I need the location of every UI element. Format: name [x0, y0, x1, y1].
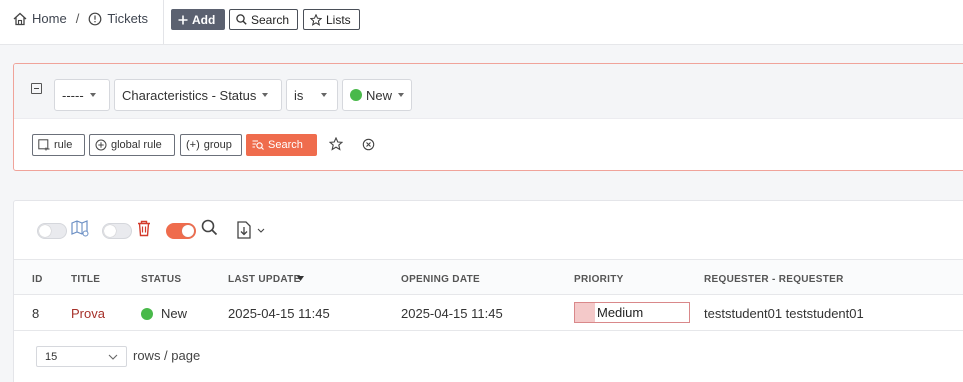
add-button[interactable]: Add — [171, 9, 225, 30]
chevron-down-icon — [321, 93, 328, 97]
cell-last-update: 2025-04-15 11:45 — [228, 306, 330, 321]
add-rule-label: rule — [54, 139, 73, 151]
add-rule-button[interactable]: rule — [32, 134, 85, 156]
cell-requester: teststudent01 teststudent01 — [704, 306, 864, 321]
field-value: Characteristics - Status — [122, 87, 257, 103]
rows-per-page-value: 15 — [45, 350, 58, 363]
star-icon — [310, 13, 322, 26]
top-bar: Home / Tickets Add Search Lists — [0, 0, 963, 45]
breadcrumb: Home / Tickets — [13, 11, 148, 26]
home-icon — [13, 12, 27, 25]
link-operator-value: ----- — [62, 87, 84, 103]
search-icon — [236, 14, 247, 25]
sort-desc-icon — [297, 276, 304, 281]
export-icon[interactable] — [236, 221, 252, 239]
search-button[interactable]: Search — [229, 9, 298, 30]
column-header-requester[interactable]: REQUESTER - REQUESTER — [704, 274, 844, 285]
status-new-dot — [350, 89, 362, 101]
value-value: New — [365, 87, 392, 103]
priority-color-swatch — [575, 303, 595, 322]
search-submit-button[interactable]: Search — [246, 134, 317, 156]
lists-button-label: Lists — [326, 12, 351, 27]
chevron-down-icon — [108, 354, 118, 360]
table-row[interactable]: 8 Prova New 2025-04-15 11:45 2025-04-15 … — [14, 295, 963, 331]
chevron-down-icon — [89, 93, 96, 97]
table-header: ID TITLE STATUS LAST UPDATE OPENING DATE… — [14, 259, 963, 295]
reset-search-icon[interactable] — [362, 138, 375, 151]
breadcrumb-tickets[interactable]: Tickets — [107, 11, 148, 26]
add-button-label: Add — [192, 12, 216, 27]
cell-opening-date: 2025-04-15 11:45 — [401, 306, 503, 321]
field-select[interactable]: Characteristics - Status — [114, 79, 282, 111]
search-submit-label: Search — [268, 139, 303, 151]
operator-value: is — [294, 87, 304, 103]
plus-circle-icon — [95, 139, 107, 151]
search-icon[interactable] — [201, 219, 218, 236]
column-header-id[interactable]: ID — [32, 274, 43, 285]
cell-status-label: New — [161, 306, 188, 321]
cell-priority: Medium — [574, 302, 690, 323]
criteria-row: ----- Characteristics - Status is New — [14, 64, 963, 119]
cell-priority-label: Medium — [597, 305, 644, 320]
plus-icon — [178, 15, 188, 24]
group-icon: (+) — [186, 139, 200, 151]
rows-per-page-label: rows / page — [133, 348, 201, 363]
cell-title-link[interactable]: Prova — [71, 306, 105, 321]
breadcrumb-separator: / — [75, 11, 80, 26]
operator-select[interactable]: is — [286, 79, 338, 111]
column-header-title[interactable]: TITLE — [71, 274, 100, 285]
link-operator-select[interactable]: ----- — [54, 79, 110, 111]
lists-button[interactable]: Lists — [303, 9, 360, 30]
add-group-label: group — [203, 139, 232, 151]
value-select[interactable]: New — [342, 79, 412, 111]
chevron-down-icon[interactable] — [257, 228, 265, 233]
chevron-down-icon — [398, 93, 404, 97]
map-view-toggle[interactable] — [37, 223, 67, 239]
cell-id: 8 — [32, 306, 40, 321]
add-global-rule-button[interactable]: global rule — [89, 134, 175, 156]
add-global-rule-label: global rule — [111, 139, 162, 151]
search-criteria-panel: ----- Characteristics - Status is New ru… — [13, 63, 963, 171]
column-header-last-update[interactable]: LAST UPDATE — [228, 274, 301, 285]
trash-view-toggle[interactable] — [102, 223, 132, 239]
cell-status: New — [141, 306, 187, 321]
save-search-star-icon[interactable] — [329, 137, 343, 151]
add-rule-icon — [38, 139, 50, 151]
chevron-down-icon — [262, 93, 269, 97]
column-header-priority[interactable]: PRIORITY — [574, 274, 624, 285]
column-header-status[interactable]: STATUS — [141, 274, 181, 285]
column-header-opening-date[interactable]: OPENING DATE — [401, 274, 480, 285]
rows-per-page-select[interactable]: 15 — [36, 346, 127, 367]
breadcrumb-home[interactable]: Home — [32, 11, 67, 26]
divider — [163, 0, 164, 44]
filter-search-icon — [252, 140, 264, 150]
ticket-alert-icon — [88, 12, 102, 25]
search-view-toggle[interactable] — [166, 223, 196, 239]
collapse-icon[interactable] — [31, 83, 42, 94]
status-new-dot — [141, 307, 153, 320]
add-group-button[interactable]: (+) group — [180, 134, 242, 156]
results-card: ID TITLE STATUS LAST UPDATE OPENING DATE… — [13, 200, 963, 382]
search-button-label: Search — [251, 12, 290, 27]
trash-icon[interactable] — [136, 220, 152, 237]
map-icon[interactable] — [71, 220, 89, 237]
